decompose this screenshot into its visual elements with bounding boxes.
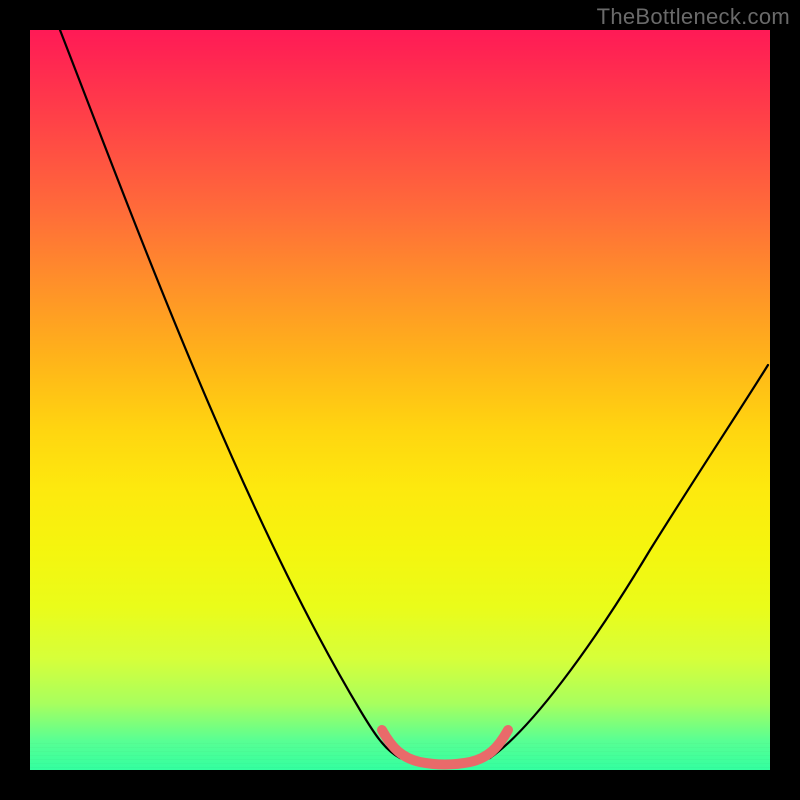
bottleneck-curve-left (60, 30, 400, 758)
watermark-text: TheBottleneck.com (597, 4, 790, 30)
plot-wrapper (30, 30, 770, 770)
chart-frame: TheBottleneck.com (0, 0, 800, 800)
bottleneck-curve-svg (30, 30, 770, 770)
bottleneck-curve-highlight (382, 730, 508, 765)
bottleneck-curve-right (490, 365, 768, 758)
